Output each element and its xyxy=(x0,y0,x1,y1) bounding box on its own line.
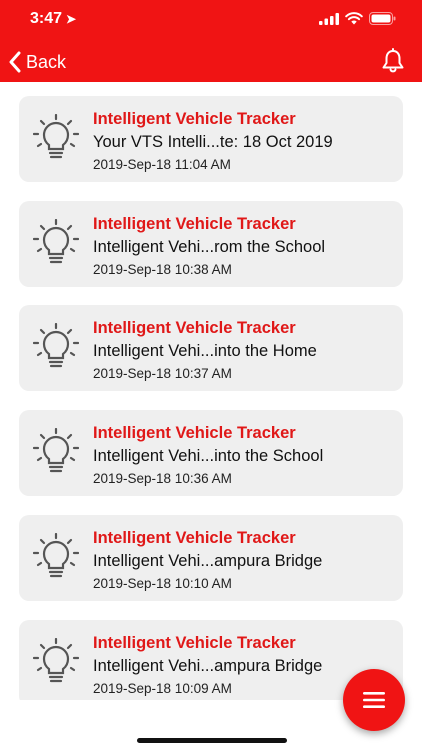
notification-message: Intelligent Vehi...ampura Bridge xyxy=(93,657,323,675)
notification-title: Intelligent Vehicle Tracker xyxy=(93,634,296,652)
notification-title: Intelligent Vehicle Tracker xyxy=(93,529,296,547)
chevron-left-icon xyxy=(9,51,21,73)
notification-time: 2019-Sep-18 11:04 AM xyxy=(93,157,231,172)
back-label: Back xyxy=(26,51,67,72)
back-button[interactable]: Back xyxy=(8,48,66,76)
lightbulb-icon xyxy=(33,114,79,159)
battery-icon xyxy=(369,12,396,25)
notification-time: 2019-Sep-18 10:10 AM xyxy=(93,576,232,591)
lightbulb-icon xyxy=(33,533,79,578)
location-arrow-icon: ➤ xyxy=(66,12,77,26)
status-icons xyxy=(319,12,396,25)
notification-card[interactable]: Intelligent Vehicle Tracker Intelligent … xyxy=(19,305,403,391)
notification-card[interactable]: Intelligent Vehicle Tracker Your VTS Int… xyxy=(19,96,403,182)
status-time-text: 3:47 xyxy=(30,10,63,27)
notification-time: 2019-Sep-18 10:36 AM xyxy=(93,471,232,486)
notification-message: Intelligent Vehi...into the Home xyxy=(93,342,317,360)
nav-bar: Back xyxy=(0,40,422,82)
notification-card[interactable]: Intelligent Vehicle Tracker Intelligent … xyxy=(19,201,403,287)
notification-message: Intelligent Vehi...rom the School xyxy=(93,238,326,256)
lightbulb-icon xyxy=(33,428,79,473)
wifi-icon xyxy=(345,12,363,25)
notification-title: Intelligent Vehicle Tracker xyxy=(93,424,296,442)
notification-title: Intelligent Vehicle Tracker xyxy=(93,319,296,337)
menu-lines-icon xyxy=(363,692,385,708)
lightbulb-icon xyxy=(33,638,79,683)
notification-message: Your VTS Intelli...te: 18 Oct 2019 xyxy=(93,133,333,151)
notification-time: 2019-Sep-18 10:09 AM xyxy=(93,681,232,696)
notification-time: 2019-Sep-18 10:37 AM xyxy=(93,366,232,381)
status-bar: 3:47 ➤ xyxy=(0,0,422,40)
notification-message: Intelligent Vehi...ampura Bridge xyxy=(93,552,323,570)
notification-title: Intelligent Vehicle Tracker xyxy=(93,215,296,233)
menu-fab-button[interactable] xyxy=(343,669,405,731)
lightbulb-icon xyxy=(33,323,79,368)
notification-card[interactable]: Intelligent Vehicle Tracker Intelligent … xyxy=(19,410,403,496)
bell-icon[interactable] xyxy=(380,48,406,74)
status-time: 3:47 ➤ xyxy=(30,10,76,28)
cellular-signal-icon xyxy=(319,12,339,25)
notification-title: Intelligent Vehicle Tracker xyxy=(93,110,296,128)
notification-card[interactable]: Intelligent Vehicle Tracker Intelligent … xyxy=(19,515,403,601)
home-indicator[interactable] xyxy=(137,738,287,743)
notification-time: 2019-Sep-18 10:38 AM xyxy=(93,262,232,277)
notification-list[interactable]: Intelligent Vehicle Tracker Your VTS Int… xyxy=(0,82,422,700)
notification-message: Intelligent Vehi...into the School xyxy=(93,447,324,465)
lightbulb-icon xyxy=(33,219,79,264)
